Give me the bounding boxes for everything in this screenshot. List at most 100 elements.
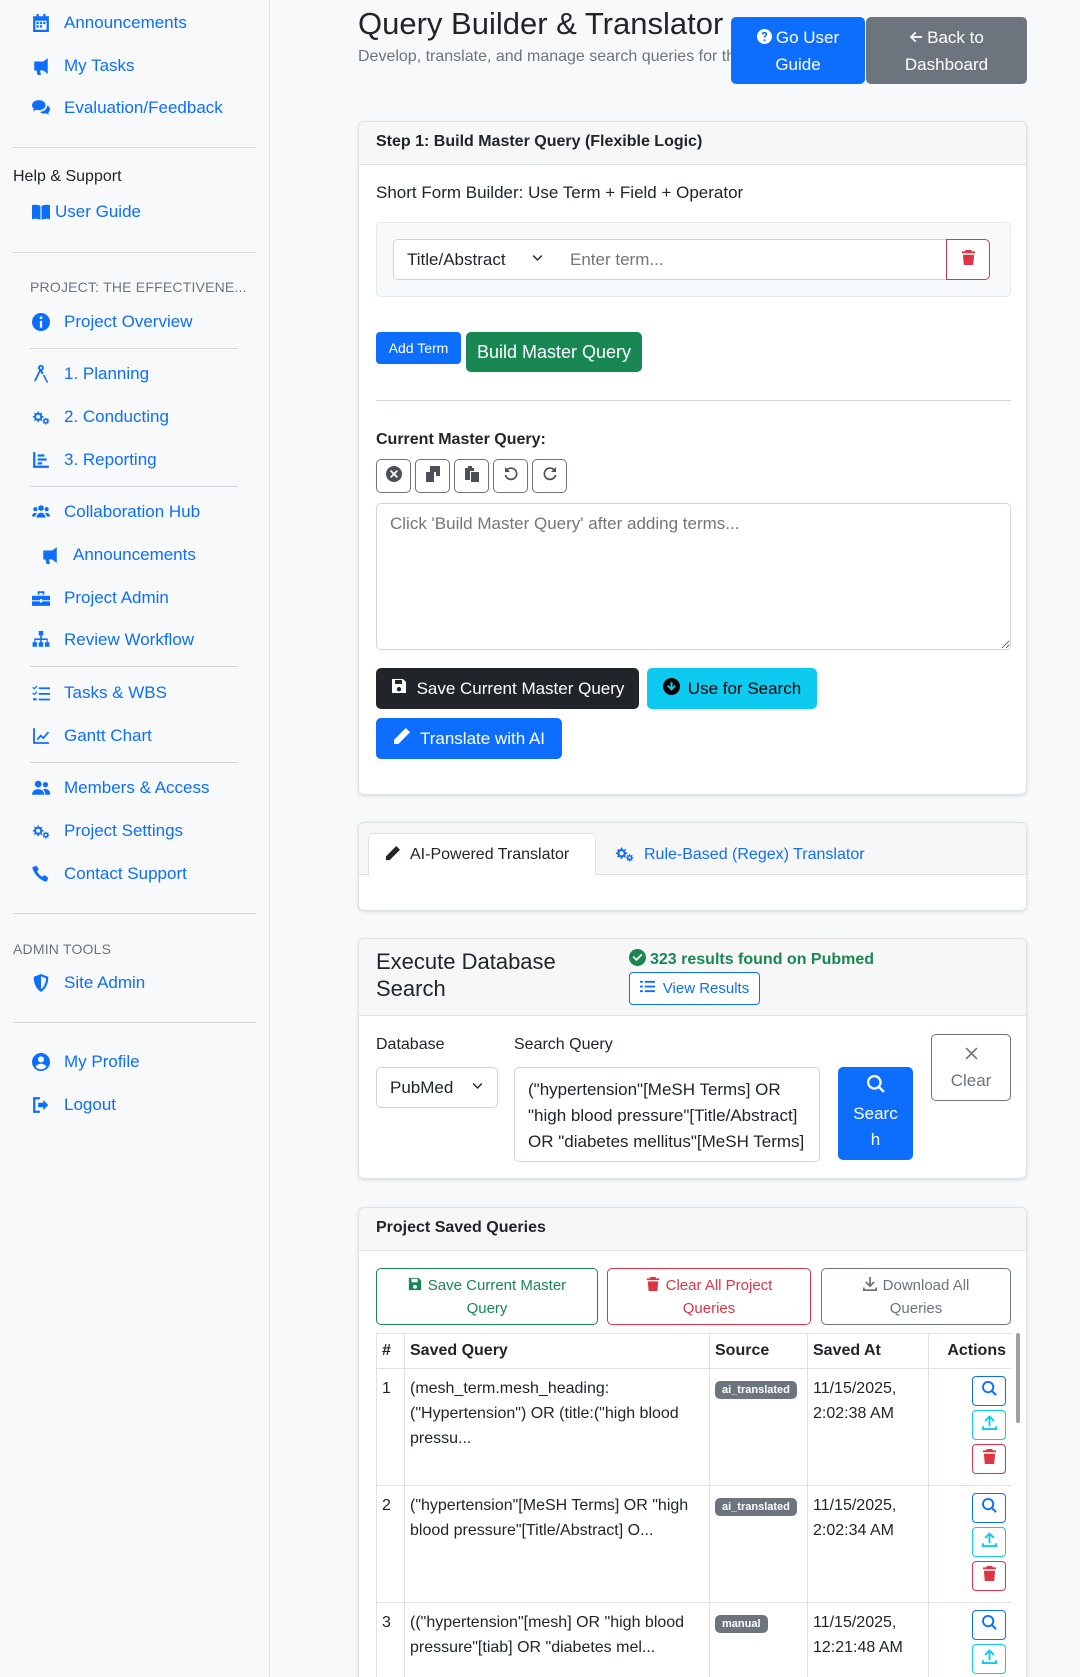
sidebar-item-user-guide[interactable]: User Guide (30, 197, 141, 227)
sidebar-item-site-admin[interactable]: Site Admin (30, 968, 145, 998)
help-support-heading: Help & Support (13, 168, 122, 185)
main-content: Query Builder & Translator Develop, tran… (270, 0, 1080, 1677)
add-term-button[interactable]: Add Term (376, 332, 461, 364)
sidebar-item-label: Project Admin (64, 588, 169, 607)
go-user-guide-button[interactable]: Go User Guide (731, 17, 865, 84)
sidebar-item-label: Contact Support (64, 864, 187, 883)
sidebar-item-my-profile[interactable]: My Profile (30, 1047, 140, 1077)
sidebar-item-announcements-project[interactable]: Announcements (39, 540, 196, 570)
sidebar-item-label: 1. Planning (64, 364, 150, 383)
row-number: 3 (376, 1602, 405, 1677)
tab-regex-translator[interactable]: Rule-Based (Regex) Translator (615, 833, 865, 876)
page-title: Query Builder & Translator (358, 6, 724, 41)
term-input[interactable] (557, 239, 947, 280)
delete-query-button[interactable] (972, 1561, 1006, 1591)
search-icon (981, 1613, 997, 1638)
sidebar-item-label: 3. Reporting (64, 450, 157, 469)
sidebar-item-collaboration-hub[interactable]: Collaboration Hub (30, 497, 200, 527)
trash-icon (982, 1564, 997, 1589)
sidebar-item-logout[interactable]: Logout (30, 1090, 116, 1120)
view-results-button[interactable]: View Results (629, 972, 760, 1005)
build-master-query-button[interactable]: Build Master Query (466, 332, 642, 372)
sidebar-item-label: Tasks & WBS (64, 683, 167, 702)
sidebar-item-members-access[interactable]: Members & Access (30, 773, 210, 803)
row-number: 2 (376, 1485, 405, 1603)
sidebar-item-label: Review Workflow (64, 630, 195, 649)
execute-title: Execute Database Search (376, 949, 556, 1001)
remove-term-button[interactable] (946, 239, 990, 280)
save-icon (408, 1277, 428, 1294)
copy-query-button[interactable] (415, 459, 450, 493)
table-row: 1 (mesh_term.mesh_heading:("Hypertension… (376, 1368, 1011, 1486)
sitemap-icon (30, 629, 52, 651)
tab-ai-translator[interactable]: AI-Powered Translator (368, 833, 596, 876)
clear-query-button[interactable] (376, 459, 411, 493)
compass-drafting-icon (30, 363, 52, 385)
sidebar-item-conducting[interactable]: 2. Conducting (30, 402, 169, 432)
sidebar-item-planning[interactable]: 1. Planning (30, 359, 149, 389)
undo-button[interactable] (493, 459, 528, 493)
source-cell: ai_translated (709, 1368, 808, 1486)
load-query-button[interactable] (972, 1644, 1006, 1674)
master-query-textarea[interactable] (376, 503, 1011, 650)
arrow-left-icon (909, 28, 927, 47)
chevron-down-icon (531, 250, 544, 270)
load-query-button[interactable] (972, 1527, 1006, 1557)
sidebar-item-announcements[interactable]: Announcements (30, 8, 187, 38)
clear-search-button[interactable]: Clear (931, 1034, 1011, 1101)
divider (13, 147, 256, 148)
search-button[interactable]: Search (838, 1067, 913, 1160)
bar-chart-icon (30, 449, 52, 471)
view-query-button[interactable] (972, 1376, 1006, 1406)
sidebar-item-project-admin[interactable]: Project Admin (30, 583, 169, 613)
admin-tools-heading: ADMIN TOOLS (13, 941, 112, 957)
sidebar-item-contact-support[interactable]: Contact Support (30, 859, 187, 889)
database-select[interactable]: PubMed (376, 1067, 498, 1108)
translate-with-ai-button[interactable]: Translate with AI (376, 718, 562, 759)
load-query-button[interactable] (972, 1410, 1006, 1440)
paste-query-button[interactable] (454, 459, 489, 493)
copy-icon (425, 465, 441, 487)
table-scrollbar[interactable] (1016, 1333, 1020, 1423)
sidebar-item-project-overview[interactable]: Project Overview (30, 307, 192, 337)
sidebar-item-review-workflow[interactable]: Review Workflow (30, 625, 194, 655)
view-query-button[interactable] (972, 1493, 1006, 1523)
phone-icon (30, 863, 52, 885)
back-to-dashboard-button[interactable]: Back to Dashboard (866, 17, 1027, 84)
sidebar-item-label: User Guide (55, 202, 141, 221)
sidebar-item-evaluation-feedback[interactable]: Evaluation/Feedback (30, 93, 223, 123)
database-label: Database (376, 1036, 445, 1053)
comments-icon (30, 97, 52, 119)
field-select[interactable]: Title/Abstract (393, 239, 558, 280)
sidebar-item-project-settings[interactable]: Project Settings (30, 816, 183, 846)
delete-query-button[interactable] (972, 1444, 1006, 1474)
sidebar-item-label: Announcements (73, 545, 196, 564)
sidebar-item-tasks-wbs[interactable]: Tasks & WBS (30, 678, 167, 708)
project-heading: PROJECT: THE EFFECTIVENE... (30, 279, 247, 295)
divider (13, 1022, 256, 1023)
row-number: 1 (376, 1368, 405, 1486)
clear-all-queries-button[interactable]: Clear All Project Queries (607, 1268, 811, 1325)
arrow-circle-down-icon (662, 677, 688, 700)
save-master-query-button[interactable]: Save Current Master Query (376, 668, 639, 709)
divider (13, 913, 256, 914)
download-all-queries-button[interactable]: Download All Queries (821, 1268, 1011, 1325)
logout-icon (30, 1094, 52, 1116)
info-circle-icon (30, 311, 52, 333)
translator-card: AI-Powered Translator Rule-Based (Regex)… (358, 822, 1027, 911)
use-for-search-button[interactable]: Use for Search (647, 668, 817, 709)
redo-button[interactable] (532, 459, 567, 493)
shield-icon (30, 972, 52, 994)
sidebar-item-label: Announcements (64, 13, 187, 32)
view-query-button[interactable] (972, 1610, 1006, 1640)
sidebar-item-gantt-chart[interactable]: Gantt Chart (30, 721, 152, 751)
results-status: 323 results found on Pubmed (629, 949, 874, 971)
saved-query-text: (("hypertension"[mesh] OR "high blood pr… (404, 1602, 710, 1677)
redo-icon (542, 466, 558, 487)
column-header: Saved Query (404, 1333, 710, 1369)
save-query-button[interactable]: Save Current Master Query (376, 1268, 598, 1325)
sidebar-item-my-tasks[interactable]: My Tasks (30, 51, 135, 81)
sidebar-item-reporting[interactable]: 3. Reporting (30, 445, 157, 475)
search-query-textarea[interactable]: ("hypertension"[MeSH Terms] OR "high blo… (514, 1067, 820, 1162)
sidebar-item-label: Project Overview (64, 312, 193, 331)
